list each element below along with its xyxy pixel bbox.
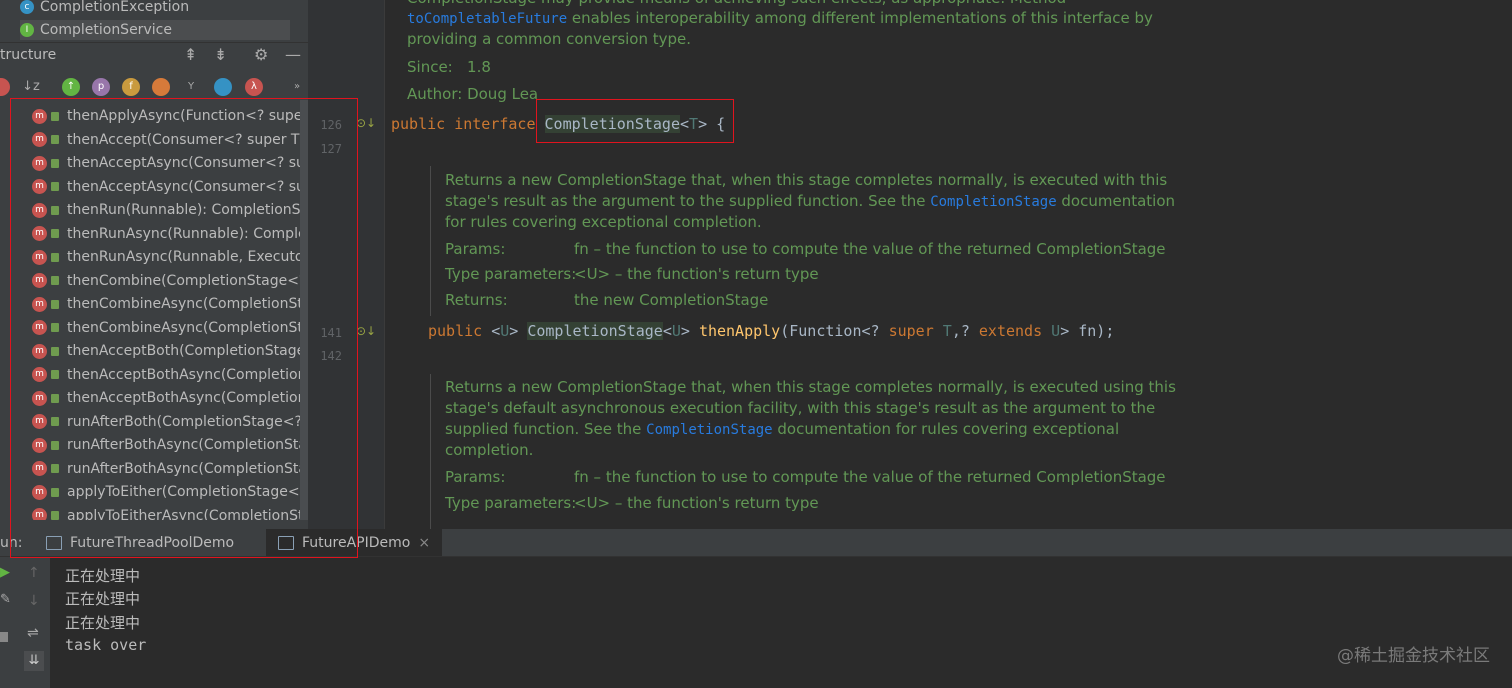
interface-icon: I (20, 23, 34, 37)
run-side-toolbar: ▶ ↑ ✎ ↓ ⇌ ⇊ (0, 557, 50, 688)
stop-icon[interactable] (0, 632, 8, 642)
doc-params-label: Params: (445, 468, 506, 486)
doc-typeparams-label: Type parameters: (445, 265, 577, 283)
doc-line: completion. (445, 441, 534, 459)
doc-link[interactable]: toCompletableFuture (407, 11, 567, 27)
console-line: 正在处理中 (65, 567, 141, 585)
doc-line: supplied function. See the CompletionSta… (445, 420, 1120, 438)
anonymous-icon[interactable]: Y (182, 78, 200, 96)
doc-typeparams-value: <U> – the function's return type (574, 494, 819, 512)
doc-line: Returns a new CompletionStage that, when… (445, 171, 1168, 189)
doc-block-border (430, 374, 431, 529)
lambda-icon[interactable]: λ (245, 78, 263, 96)
minimize-icon[interactable]: — (285, 45, 301, 64)
fields-icon[interactable]: f (122, 78, 140, 96)
doc-params-label: Params: (445, 240, 506, 258)
doc-params-value: fn – the function to use to compute the … (574, 468, 1166, 486)
console-line: 正在处理中 (65, 614, 141, 632)
doc-link[interactable]: CompletionStage (930, 194, 1056, 210)
close-icon[interactable]: × (418, 535, 430, 551)
gear-icon[interactable]: ⚙ (254, 45, 268, 64)
doc-block-border (430, 166, 431, 316)
doc-line: stage's result as the argument to the su… (445, 192, 1176, 210)
properties-icon[interactable]: p (92, 78, 110, 96)
doc-link[interactable]: CompletionStage (646, 422, 772, 438)
collapse-all-icon[interactable]: ⇟ (214, 45, 227, 64)
expand-all-icon[interactable]: ⇞ (184, 45, 197, 64)
structure-header: tructure ⇞ ⇟ ⚙ — (0, 42, 308, 69)
up-arrow-icon[interactable]: ↑ (28, 565, 40, 581)
implemented-icon[interactable]: ⊙↓ (356, 116, 376, 130)
structure-title: tructure (0, 47, 57, 63)
tree-item-completion-exception[interactable]: c CompletionException (20, 0, 189, 17)
doc-typeparams-label: Type parameters: (445, 494, 577, 512)
run-console[interactable] (0, 557, 1512, 688)
doc-line: stage's default asynchronous execution f… (445, 399, 1156, 417)
sort-alpha-icon[interactable]: ↓z (22, 78, 40, 96)
doc-returns-value: the new CompletionStage (574, 291, 769, 309)
watermark: @稀土掘金技术社区 (1337, 646, 1490, 666)
console-line: 正在处理中 (65, 590, 141, 608)
doc-line: for rules covering exceptional completio… (445, 213, 762, 231)
implemented-icon[interactable]: ⊙↓ (356, 324, 376, 338)
rerun-icon[interactable]: ▶ (0, 565, 10, 580)
down-arrow-icon[interactable]: ↓ (28, 593, 40, 609)
method-declaration: public <U> CompletionStage<U> thenApply(… (428, 322, 1115, 340)
project-tree: c CompletionException I CompletionServic… (0, 0, 308, 40)
more-icon[interactable]: » (288, 78, 306, 96)
doc-line: toCompletableFuture enables interoperabi… (407, 9, 1153, 27)
sort-visibility-icon[interactable] (0, 78, 10, 96)
class-icon: c (20, 0, 34, 14)
non-public-icon[interactable] (152, 78, 170, 96)
scroll-to-end-icon[interactable]: ⇊ (24, 651, 44, 671)
doc-params-value: fn – the function to use to compute the … (574, 240, 1166, 258)
doc-since: Since: 1.8 (407, 58, 491, 76)
doc-line: Returns a new CompletionStage that, when… (445, 378, 1176, 396)
tree-item-completion-service[interactable]: I CompletionService (20, 20, 290, 40)
doc-author: Author: Doug Lea (407, 85, 539, 103)
lambda-class-icon[interactable] (214, 78, 232, 96)
doc-typeparams-value: <U> – the function's return type (574, 265, 819, 283)
doc-returns-label: Returns: (445, 291, 508, 309)
highlight-box (10, 98, 358, 558)
console-line: task over (65, 636, 147, 654)
inherited-icon[interactable]: ↑ (62, 78, 80, 96)
code-editor[interactable]: CompletionStage may provide means of ach… (385, 0, 1512, 529)
wrench-icon[interactable]: ✎ (0, 592, 11, 607)
highlight-box (536, 99, 734, 143)
soft-wrap-icon[interactable]: ⇌ (27, 625, 39, 641)
doc-line: providing a common conversion type. (407, 30, 692, 48)
